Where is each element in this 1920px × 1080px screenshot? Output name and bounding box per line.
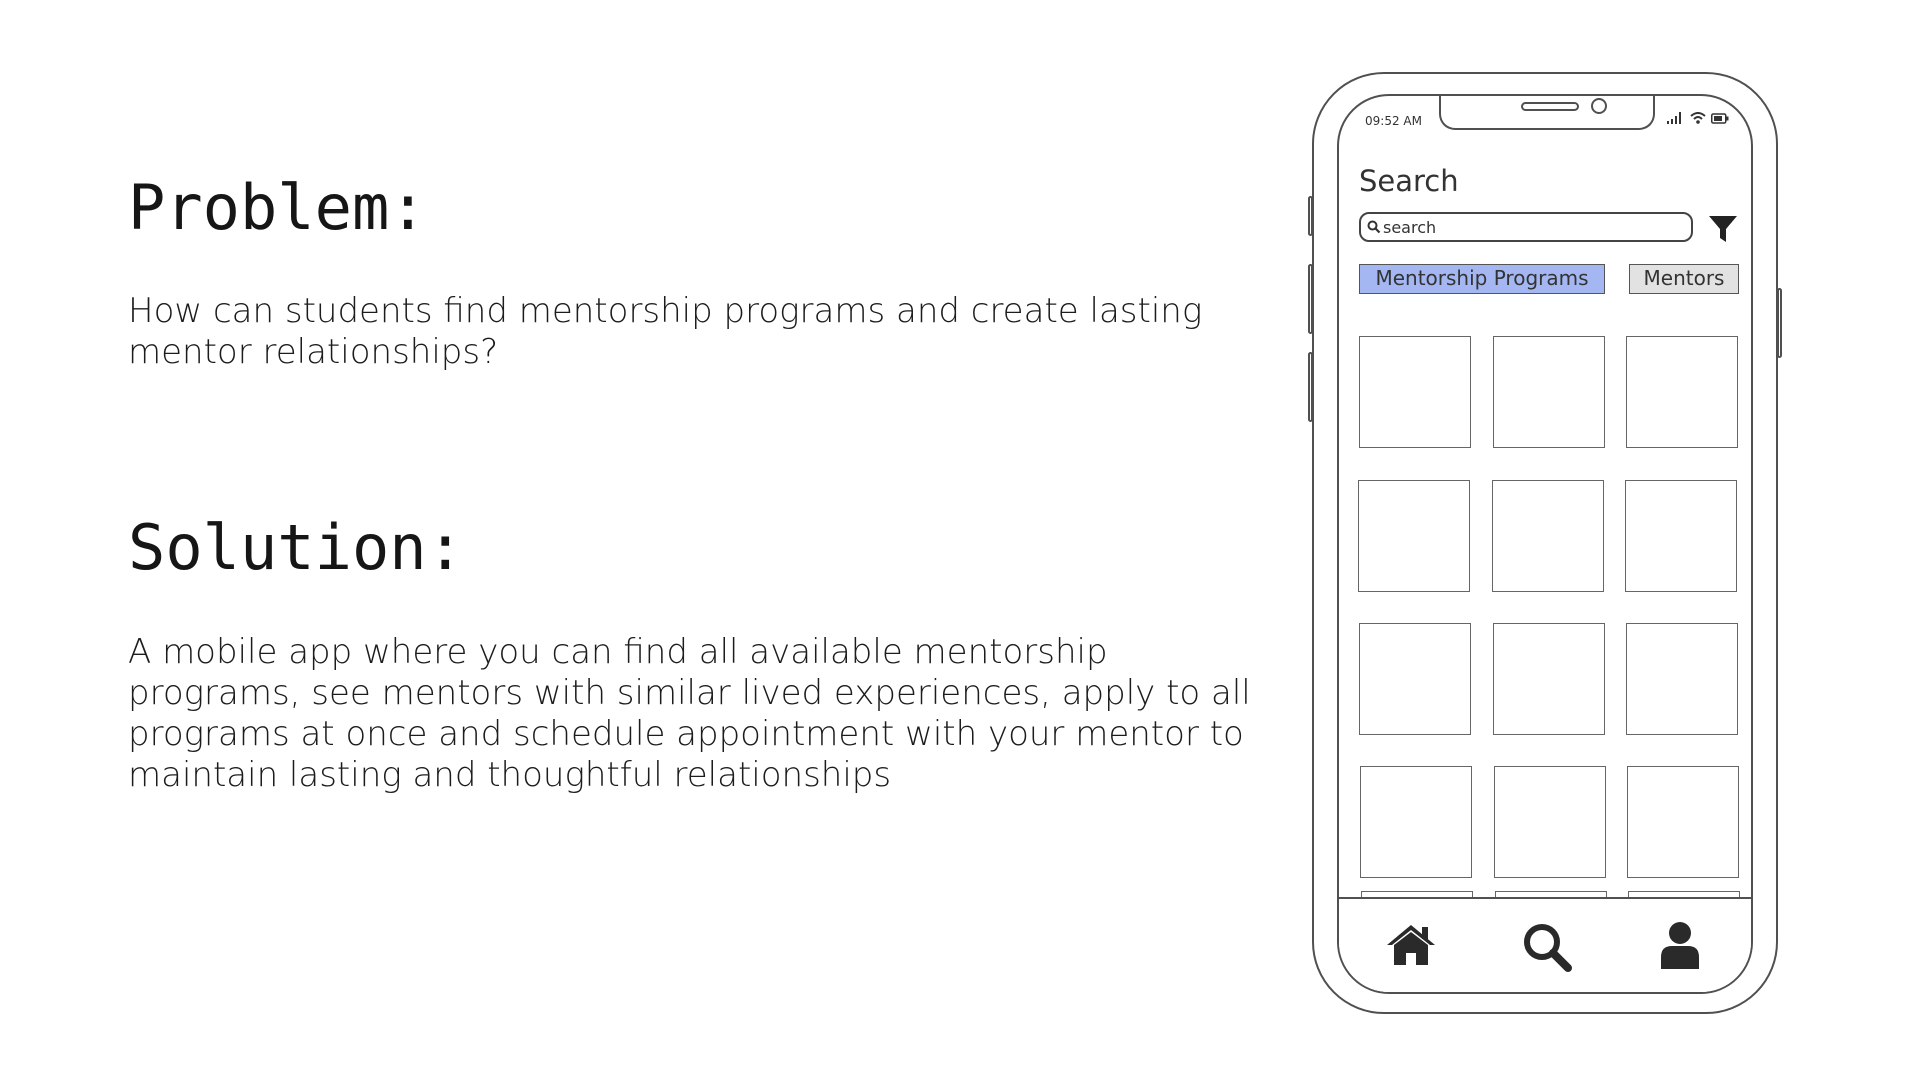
grid-item[interactable] [1494,766,1606,878]
phone-screen: 09:52 AM Search search Mentorship Progra… [1337,94,1753,994]
grid-item[interactable] [1625,480,1737,592]
status-icons [1667,112,1729,124]
search-placeholder: search [1383,218,1437,237]
grid-item[interactable] [1493,623,1605,735]
search-icon [1367,220,1381,234]
screen-title: Search [1359,164,1459,198]
filter-icon[interactable] [1708,214,1738,244]
grid-item[interactable] [1627,766,1739,878]
phone-mockup: 09:52 AM Search search Mentorship Progra… [1308,72,1782,1014]
solution-description: A mobile app where you can find all avai… [128,632,1251,795]
search-input[interactable]: search [1359,212,1693,242]
problem-heading: Problem: [128,171,427,244]
grid-item[interactable] [1626,623,1738,735]
mute-switch [1308,196,1313,236]
tab-mentorship-programs[interactable]: Mentorship Programs [1359,264,1605,294]
front-camera [1591,98,1607,114]
grid-item[interactable] [1359,623,1471,735]
grid-item[interactable] [1626,336,1738,448]
battery-icon [1711,113,1729,124]
speaker-grille [1521,102,1579,111]
wifi-icon [1690,112,1706,124]
grid-item[interactable] [1359,336,1471,448]
bottom-nav-bar [1339,897,1751,992]
power-button [1777,288,1782,358]
problem-description: How can students find mentorship program… [128,291,1203,372]
status-time: 09:52 AM [1365,114,1422,128]
profile-icon[interactable] [1657,921,1703,969]
volume-down-button [1308,352,1313,422]
signal-icon [1667,112,1681,124]
grid-item[interactable] [1360,766,1472,878]
home-icon[interactable] [1385,921,1437,967]
phone-notch [1439,96,1655,130]
grid-item[interactable] [1358,480,1470,592]
tab-mentors[interactable]: Mentors [1629,264,1739,294]
grid-item[interactable] [1492,480,1604,592]
volume-up-button [1308,264,1313,334]
grid-item[interactable] [1493,336,1605,448]
solution-heading: Solution: [128,511,464,584]
search-nav-icon[interactable] [1521,921,1573,973]
